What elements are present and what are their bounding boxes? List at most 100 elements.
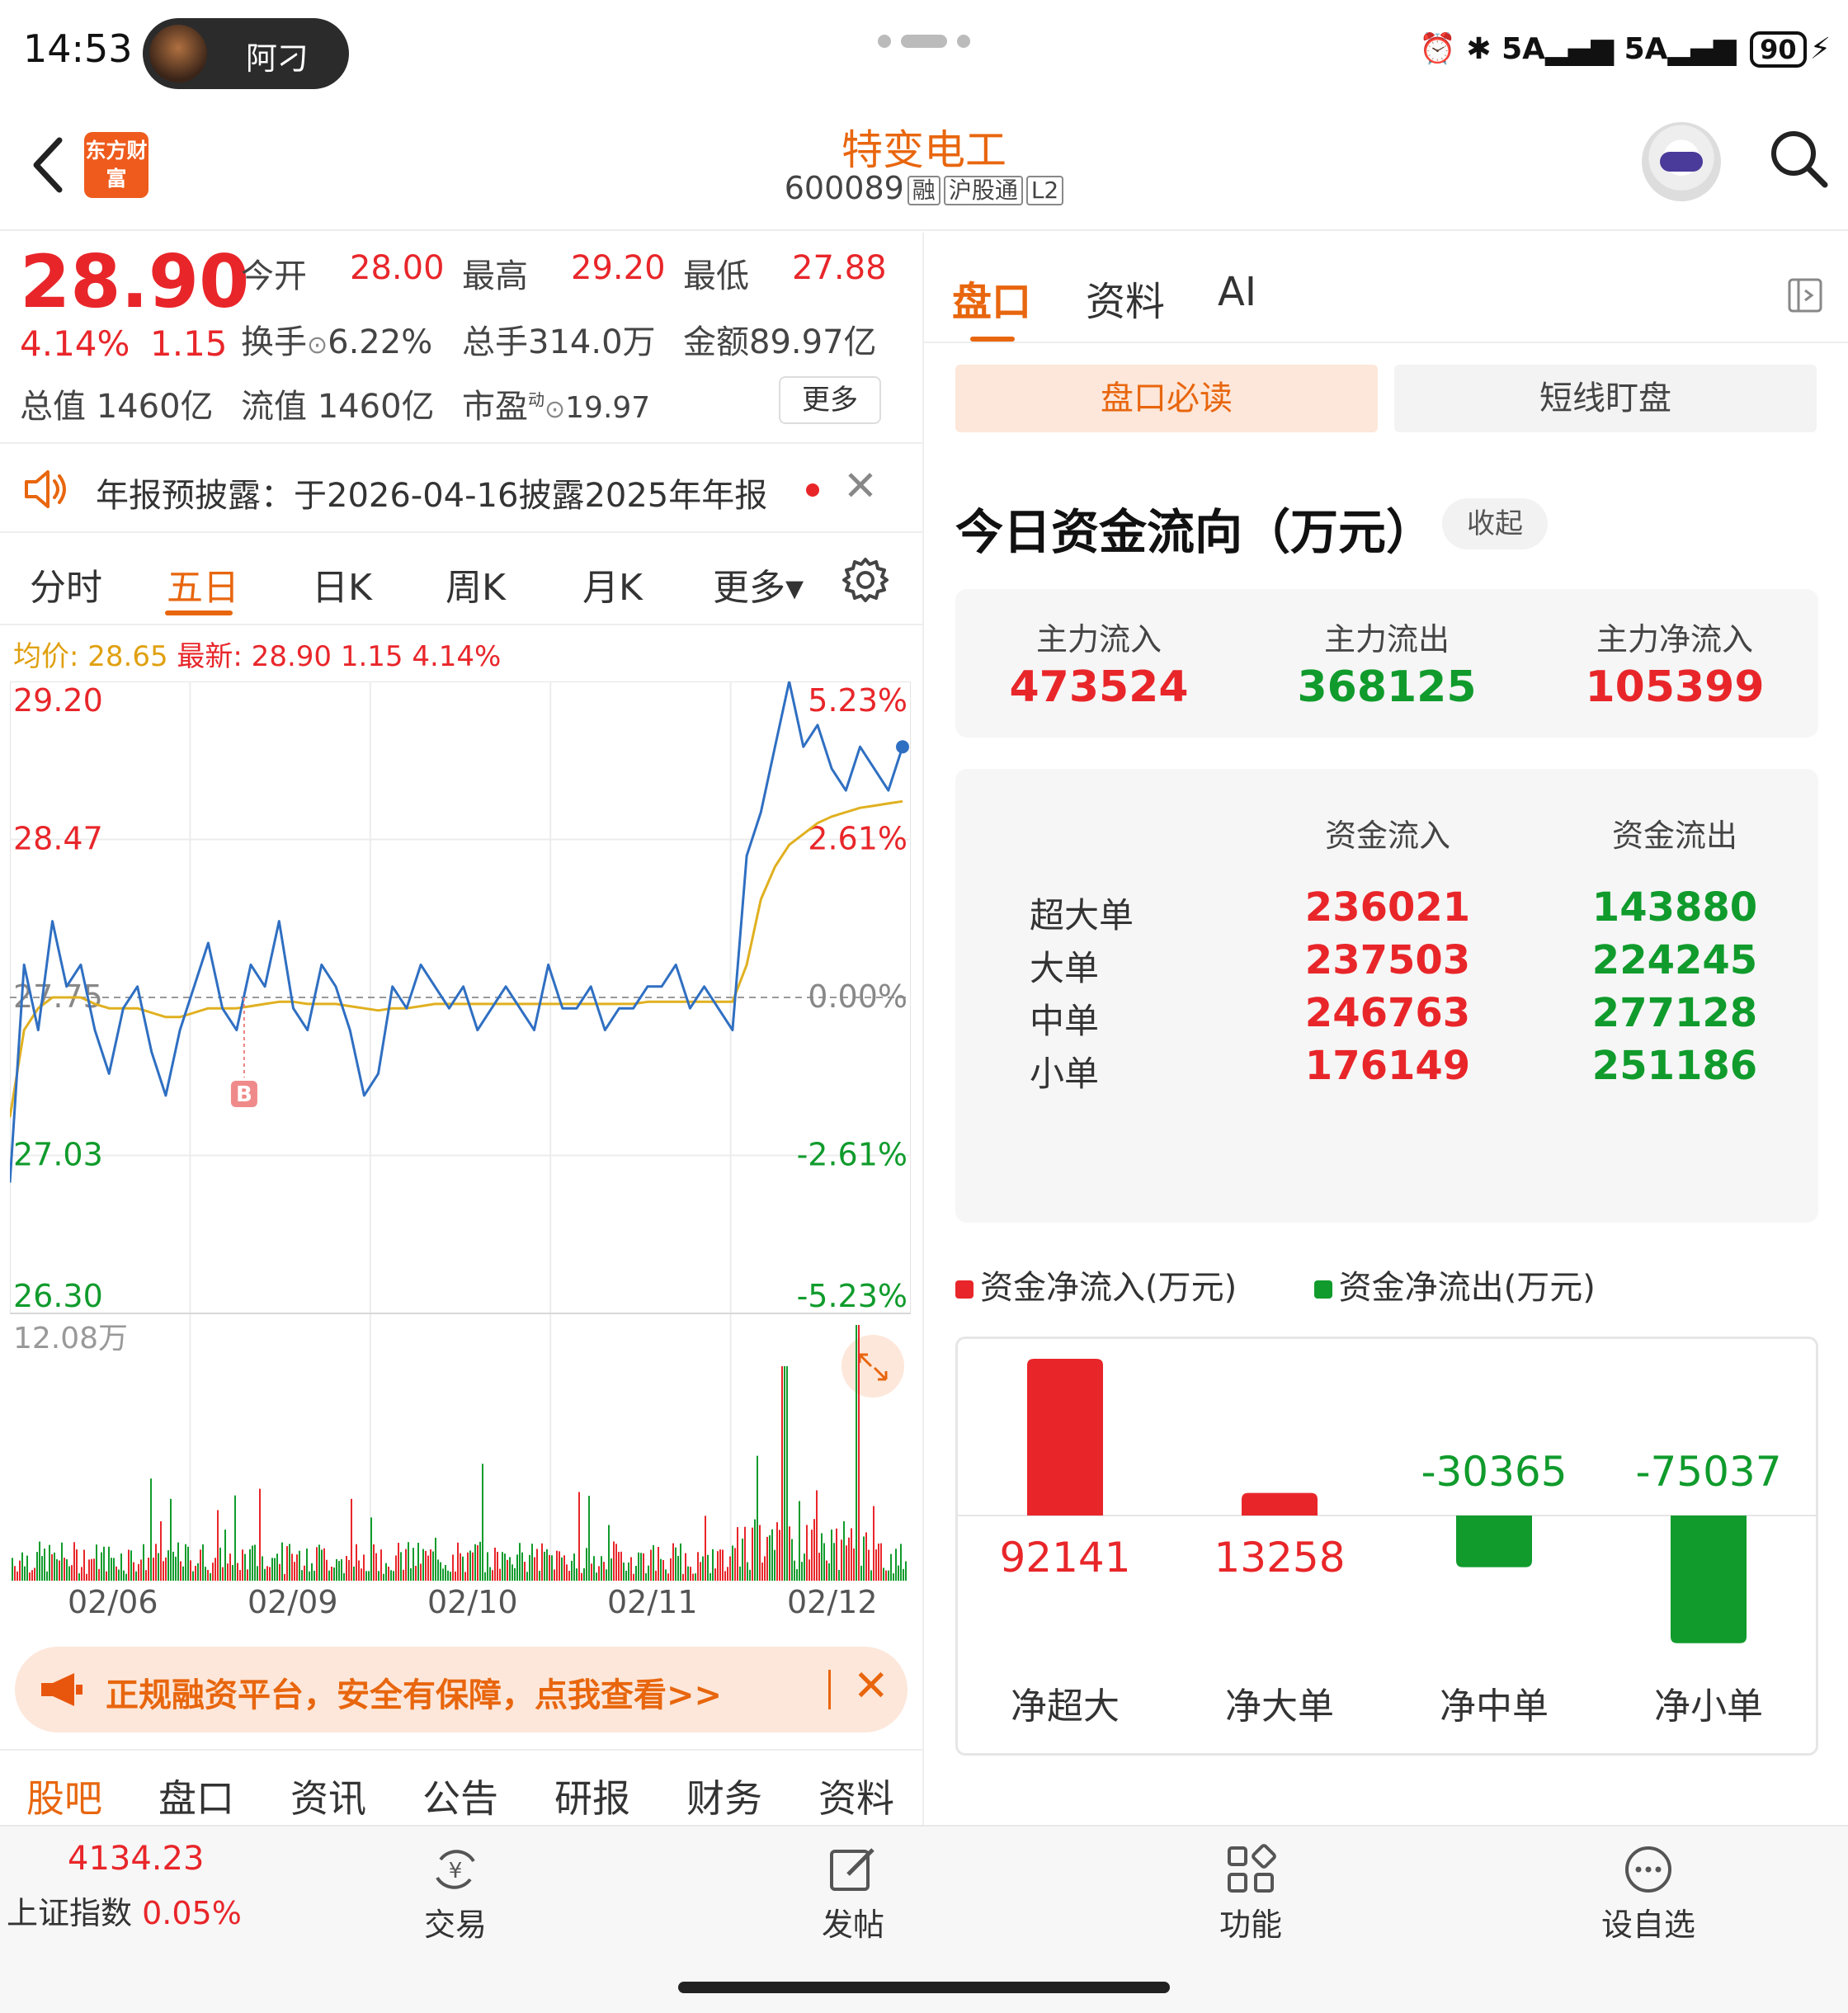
volume-bar xyxy=(252,1545,253,1581)
volume-bar xyxy=(467,1552,469,1581)
pe-sup: 动 xyxy=(528,389,544,410)
search-icon[interactable] xyxy=(1766,125,1832,191)
info-icon[interactable]: ⊙ xyxy=(544,395,565,424)
price-line xyxy=(10,681,904,1183)
volume-bar xyxy=(695,1573,696,1581)
promo-banner[interactable]: 正规融资平台，安全有保障，点我查看>> ✕ xyxy=(15,1647,908,1732)
volume-bar xyxy=(801,1562,803,1581)
ai-assistant-avatar[interactable] xyxy=(1642,122,1721,201)
info-icon[interactable]: ⊙ xyxy=(307,331,328,360)
tab-announcements[interactable]: 公告 xyxy=(422,1769,498,1823)
volume-bar xyxy=(336,1558,337,1581)
collapse-button[interactable]: 收起 xyxy=(1442,498,1548,549)
tag-margin: 融 xyxy=(907,175,940,205)
tab-daily-k[interactable]: 日K xyxy=(312,558,372,610)
volume-bar xyxy=(551,1555,553,1581)
tab-profile[interactable]: 资料 xyxy=(818,1769,894,1823)
tab-weekly-k[interactable]: 周K xyxy=(446,558,506,610)
nav-add-watchlist[interactable]: 设自选 xyxy=(1566,1843,1731,1945)
volume-bar xyxy=(608,1525,610,1581)
volume-bar xyxy=(516,1554,518,1581)
volume-bar xyxy=(781,1366,783,1581)
tab-research[interactable]: 研报 xyxy=(554,1769,630,1823)
volume-bar xyxy=(368,1571,370,1581)
tab-more[interactable]: 更多▾ xyxy=(713,558,804,610)
bar-legend: 资金净流入(万元) 资金净流出(万元) xyxy=(955,1261,1596,1308)
nav-functions[interactable]: 功能 xyxy=(1168,1843,1333,1945)
subtab-short-watch[interactable]: 短线盯盘 xyxy=(1394,365,1817,432)
more-button[interactable]: 更多 xyxy=(779,376,881,424)
volume-bar xyxy=(544,1551,545,1581)
tab-intraday[interactable]: 分时 xyxy=(30,558,102,610)
volume-bar xyxy=(536,1549,538,1581)
volume-bar xyxy=(665,1569,667,1581)
volume-bar xyxy=(526,1572,528,1581)
volume-bar xyxy=(900,1544,902,1581)
tab-five-day[interactable]: 五日 xyxy=(167,558,239,610)
close-icon[interactable]: ✕ xyxy=(853,1662,889,1711)
collapse-panel-icon[interactable] xyxy=(1787,277,1823,314)
volume-bar xyxy=(212,1563,214,1581)
tab-pankou-right[interactable]: 盘口 xyxy=(952,269,1031,327)
five-day-chart[interactable]: 29.20 5.23%28.47 2.61%27.75 0.00%27.03 -2.61… xyxy=(10,681,911,1581)
volume-bar xyxy=(645,1572,647,1581)
volume-bar xyxy=(660,1558,662,1581)
index-value[interactable]: 4134.23 xyxy=(68,1840,204,1878)
tab-profile-right[interactable]: 资料 xyxy=(1086,269,1165,327)
subtab-must-read[interactable]: 盘口必读 xyxy=(955,365,1378,432)
latest-price-label: 最新: 28.90 1.15 4.14% xyxy=(177,640,502,673)
volume-bar xyxy=(24,1566,26,1581)
volume-bar xyxy=(395,1555,397,1581)
volume-bar xyxy=(408,1542,409,1581)
notice-bar[interactable]: 年报预披露：于2026-04-16披露2025年年报 ✕ xyxy=(0,442,922,533)
volume-bar xyxy=(685,1553,686,1581)
home-indicator[interactable] xyxy=(678,1982,1170,1993)
volume-bar xyxy=(56,1558,58,1581)
active-tab-indicator xyxy=(165,610,233,615)
media-pill[interactable]: 阿刁 xyxy=(143,18,349,89)
volume-bar xyxy=(26,1555,28,1581)
volume-bar xyxy=(167,1550,169,1581)
volume-bar xyxy=(675,1547,676,1581)
close-icon[interactable]: ✕ xyxy=(843,462,878,510)
volume-bar xyxy=(133,1562,134,1581)
high-label: 最高 xyxy=(462,257,528,295)
volume-bar xyxy=(224,1530,226,1581)
tab-finance[interactable]: 财务 xyxy=(686,1769,762,1823)
volume-bar xyxy=(539,1571,540,1581)
volume-bar xyxy=(123,1570,125,1581)
volume-bar xyxy=(502,1552,503,1581)
volume-bar xyxy=(254,1544,256,1581)
y-tick-left: 29.20 xyxy=(13,682,103,719)
volume-bar xyxy=(714,1568,716,1581)
notice-text[interactable]: 年报预披露：于2026-04-16披露2025年年报 xyxy=(96,469,767,516)
volume-bar xyxy=(108,1546,110,1581)
promo-text[interactable]: 正规融资平台，安全有保障，点我查看>> xyxy=(106,1668,722,1716)
nav-trade[interactable]: ¥ 交易 xyxy=(373,1843,538,1945)
volume-bar xyxy=(247,1569,248,1581)
index-name-row[interactable]: 上证指数 0.05% xyxy=(7,1888,242,1933)
tab-ai[interactable]: AI xyxy=(1218,269,1256,315)
volume-bar xyxy=(843,1520,845,1581)
volume-bar xyxy=(606,1569,607,1581)
fund-flow-title: 今日资金流向（万元） xyxy=(955,504,1435,560)
settings-gear-icon[interactable] xyxy=(842,556,889,604)
tab-news[interactable]: 资讯 xyxy=(290,1769,366,1823)
tab-pankou[interactable]: 盘口 xyxy=(158,1769,234,1823)
tag-hk-connect: 沪股通 xyxy=(943,175,1023,205)
volume-bar xyxy=(148,1558,149,1581)
volume-bar xyxy=(356,1544,357,1581)
super-in: 236021 xyxy=(1304,884,1471,931)
nav-post[interactable]: 发帖 xyxy=(771,1843,936,1945)
latest-point xyxy=(896,740,909,754)
tab-monthly-k[interactable]: 月K xyxy=(582,558,643,610)
volume-bar xyxy=(752,1527,753,1581)
volume-bar xyxy=(227,1563,229,1581)
tab-guba[interactable]: 股吧 xyxy=(26,1769,102,1823)
volume-bar xyxy=(823,1543,825,1581)
volume-bar xyxy=(618,1552,620,1581)
volume-bar xyxy=(591,1563,592,1581)
change-percent: 4.14% xyxy=(20,323,130,364)
volume-bar xyxy=(385,1563,387,1581)
row-label-super: 超大单 xyxy=(1030,895,1134,936)
